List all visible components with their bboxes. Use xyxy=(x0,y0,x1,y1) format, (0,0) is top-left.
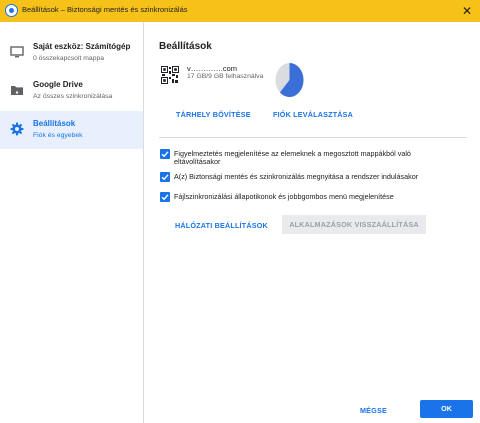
sidebar-item-subtitle: Fiók és egyebek xyxy=(33,132,83,139)
sidebar-item-title: Saját eszköz: Számítógép xyxy=(33,42,131,51)
account-email: v………….com xyxy=(187,64,238,73)
disconnect-account-button[interactable]: FIÓK LEVÁLASZTÁSA xyxy=(273,110,353,119)
gear-icon xyxy=(10,122,24,136)
sidebar-item-subtitle: Az összes szinkronizálása xyxy=(33,93,113,100)
upgrade-storage-button[interactable]: TÁRHELY BŐVÍTÉSE xyxy=(176,110,251,119)
checkmark-icon xyxy=(161,194,169,201)
settings-panel: Beállítások v………….com 17 GB/9 GB felhasz… xyxy=(145,22,480,423)
sidebar-item-settings[interactable]: Beállítások Fiók és egyebek xyxy=(0,111,143,149)
network-settings-button[interactable]: HÁLÓZATI BEÁLLÍTÁSOK xyxy=(175,221,268,230)
page-title: Beállítások xyxy=(159,41,212,52)
warn-remove-shared-checkbox[interactable] xyxy=(160,149,170,159)
ok-button[interactable]: OK xyxy=(420,400,473,418)
cancel-button[interactable]: MÉGSE xyxy=(360,406,387,415)
sidebar-item-my-computer[interactable]: Saját eszköz: Számítógép 0 összekapcsolt… xyxy=(0,34,143,72)
sidebar-item-title: Beállítások xyxy=(33,119,76,128)
reset-apps-button[interactable]: ALKALMAZÁSOK VISSZAÁLLÍTÁSA xyxy=(282,215,426,234)
monitor-icon xyxy=(10,46,24,58)
status-icons-context-menu-checkbox[interactable] xyxy=(160,192,170,202)
drive-folder-icon xyxy=(11,86,23,95)
account-qr-avatar xyxy=(161,66,179,84)
checkmark-icon xyxy=(161,151,169,158)
option-label: Figyelmeztetés megjelenítése az elemekne… xyxy=(174,149,411,166)
sidebar-item-subtitle: 0 összekapcsolt mappa xyxy=(33,55,105,62)
storage-usage-pie xyxy=(275,63,304,97)
sidebar-item-title: Google Drive xyxy=(33,80,83,89)
close-window-button[interactable]: ✕ xyxy=(454,0,480,22)
option-label: Fájlszinkronizálási állapotikonok és job… xyxy=(174,192,394,201)
sidebar-item-google-drive[interactable]: Google Drive Az összes szinkronizálása xyxy=(0,72,143,110)
window-title: Beállítások – Biztonsági mentés és szink… xyxy=(22,5,188,14)
open-on-startup-checkbox[interactable] xyxy=(160,172,170,182)
checkmark-icon xyxy=(161,174,169,181)
title-bar: Beállítások – Biztonsági mentés és szink… xyxy=(0,0,480,22)
storage-usage-text: 17 GB/9 GB felhasználva xyxy=(187,73,264,80)
backup-sync-app-icon xyxy=(5,4,18,17)
sidebar: Saját eszköz: Számítógép 0 összekapcsolt… xyxy=(0,22,144,423)
option-label: A(z) Biztonsági mentés és szinkronizálás… xyxy=(174,172,419,181)
divider xyxy=(159,137,467,138)
